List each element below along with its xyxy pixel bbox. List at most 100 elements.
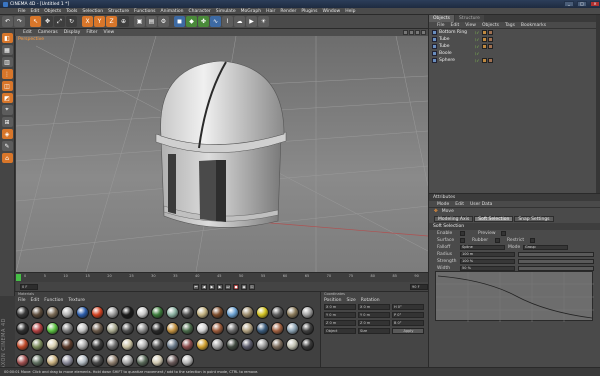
- deformer-icon[interactable]: ⌇: [222, 16, 233, 27]
- material-swatch[interactable]: [31, 322, 44, 335]
- strength-slider[interactable]: [518, 259, 594, 264]
- material-swatch[interactable]: [91, 338, 104, 351]
- material-tag-icon[interactable]: [487, 30, 493, 35]
- object-name[interactable]: Bottom Ring: [439, 30, 473, 35]
- material-swatch[interactable]: [91, 354, 104, 367]
- material-swatch[interactable]: [76, 322, 89, 335]
- end-frame-field[interactable]: 90 F: [410, 283, 428, 290]
- menu-selection[interactable]: Selection: [82, 9, 103, 14]
- visibility-dots-icon[interactable]: ⁝✓: [475, 30, 480, 35]
- menu-character[interactable]: Character: [189, 9, 211, 14]
- vp-menu-filter[interactable]: Filter: [86, 30, 97, 35]
- lock-workplane-icon[interactable]: ⌂: [1, 153, 13, 163]
- array-icon[interactable]: ✤: [198, 16, 209, 27]
- material-swatch[interactable]: [136, 306, 149, 319]
- material-swatch[interactable]: [301, 338, 314, 351]
- workplane-icon[interactable]: ▥: [1, 57, 13, 67]
- material-swatch[interactable]: [166, 338, 179, 351]
- material-swatch[interactable]: [61, 354, 74, 367]
- size-y-field[interactable]: Y 0 m: [358, 312, 390, 318]
- edges-mode-icon[interactable]: ◫: [1, 81, 13, 91]
- menu-functions[interactable]: Functions: [134, 9, 156, 14]
- material-swatch[interactable]: [196, 322, 209, 335]
- current-frame-field[interactable]: 0 F: [20, 283, 38, 290]
- material-swatch[interactable]: [166, 322, 179, 335]
- vp-menu-cameras[interactable]: Cameras: [38, 30, 58, 35]
- move-icon[interactable]: ✥: [42, 16, 53, 27]
- menu-edit[interactable]: Edit: [31, 9, 40, 14]
- falloff-curve-graph[interactable]: [435, 271, 594, 322]
- object-row[interactable]: Sphere ⁝✓: [429, 57, 600, 64]
- paint-icon[interactable]: ✎: [1, 141, 13, 151]
- x-axis-icon[interactable]: X: [82, 16, 93, 27]
- autokey-icon[interactable]: ◉: [241, 283, 247, 290]
- visibility-dots-icon[interactable]: ⁝✓: [475, 58, 480, 63]
- material-swatch[interactable]: [241, 322, 254, 335]
- material-swatch[interactable]: [241, 338, 254, 351]
- position-z-field[interactable]: Z 0 m: [324, 320, 356, 326]
- menu-hair[interactable]: Hair: [266, 9, 275, 14]
- texture-mode-icon[interactable]: ▦: [1, 45, 13, 55]
- object-row[interactable]: Boole ⁝✓: [429, 50, 600, 57]
- maximize-view-icon[interactable]: [421, 30, 426, 35]
- material-swatch[interactable]: [76, 306, 89, 319]
- mode-dropdown[interactable]: Group: [523, 245, 568, 250]
- material-swatch[interactable]: [196, 338, 209, 351]
- material-swatch[interactable]: [211, 306, 224, 319]
- maximize-button[interactable]: □: [577, 1, 587, 7]
- object-manager-scrollbar[interactable]: [596, 15, 600, 193]
- menu-window[interactable]: Window: [322, 9, 340, 14]
- material-swatch[interactable]: [61, 306, 74, 319]
- live-select-icon[interactable]: ↖: [30, 16, 41, 27]
- undo-icon[interactable]: ↶: [2, 16, 13, 27]
- render-view-icon[interactable]: ▣: [134, 16, 145, 27]
- tab-structure[interactable]: Structure: [455, 15, 484, 22]
- z-axis-icon[interactable]: Z: [106, 16, 117, 27]
- material-tag-icon[interactable]: [481, 58, 487, 63]
- minimize-button[interactable]: _: [564, 1, 574, 7]
- material-swatch[interactable]: [91, 322, 104, 335]
- om-menu-objects[interactable]: Objects: [482, 23, 499, 28]
- am-menu-user-data[interactable]: User Data: [470, 202, 492, 207]
- object-name[interactable]: Boole: [439, 51, 473, 56]
- mm-menu-file[interactable]: File: [18, 298, 26, 303]
- timeline[interactable]: 0 5 10 15 20 25 30 35 40 45 50 55 60 65 …: [16, 272, 428, 282]
- strength-field[interactable]: 100 %: [460, 259, 515, 264]
- object-name[interactable]: Tube: [439, 37, 473, 42]
- material-swatch[interactable]: [16, 306, 29, 319]
- prev-key-icon[interactable]: ◀: [201, 283, 207, 290]
- mm-menu-edit[interactable]: Edit: [31, 298, 40, 303]
- position-y-field[interactable]: Y 0 m: [324, 312, 356, 318]
- menu-plugins[interactable]: Plugins: [301, 9, 317, 14]
- scale-icon[interactable]: ⤢: [54, 16, 65, 27]
- falloff-dropdown[interactable]: Spline: [460, 245, 505, 250]
- rubber-checkbox[interactable]: [495, 238, 500, 243]
- material-swatch[interactable]: [16, 338, 29, 351]
- material-swatch[interactable]: [136, 322, 149, 335]
- om-menu-view[interactable]: View: [465, 23, 476, 28]
- coord-size-dropdown[interactable]: Size: [358, 328, 390, 334]
- material-swatch[interactable]: [181, 306, 194, 319]
- material-swatch[interactable]: [271, 338, 284, 351]
- material-swatch[interactable]: [256, 306, 269, 319]
- radius-field[interactable]: 100 m: [460, 252, 515, 257]
- environment-icon[interactable]: ☁: [234, 16, 245, 27]
- material-swatch[interactable]: [226, 306, 239, 319]
- object-row[interactable]: Bottom Ring ⁝✓: [429, 29, 600, 36]
- restrict-checkbox[interactable]: [530, 238, 535, 243]
- pan-icon[interactable]: [403, 30, 408, 35]
- material-swatch[interactable]: [121, 354, 134, 367]
- size-x-field[interactable]: X 0 m: [358, 304, 390, 310]
- snap-icon[interactable]: ⌖: [1, 105, 13, 115]
- material-swatch[interactable]: [256, 322, 269, 335]
- menu-animation[interactable]: Animation: [161, 9, 184, 14]
- material-swatch[interactable]: [181, 322, 194, 335]
- orbit-icon[interactable]: [415, 30, 420, 35]
- rotate-icon[interactable]: ↻: [66, 16, 77, 27]
- material-swatch[interactable]: [151, 354, 164, 367]
- material-tag-icon[interactable]: [487, 37, 493, 42]
- material-tag-icon[interactable]: [487, 44, 493, 49]
- am-menu-edit[interactable]: Edit: [455, 202, 464, 207]
- visibility-dots-icon[interactable]: ⁝✓: [475, 51, 480, 56]
- material-swatch[interactable]: [31, 354, 44, 367]
